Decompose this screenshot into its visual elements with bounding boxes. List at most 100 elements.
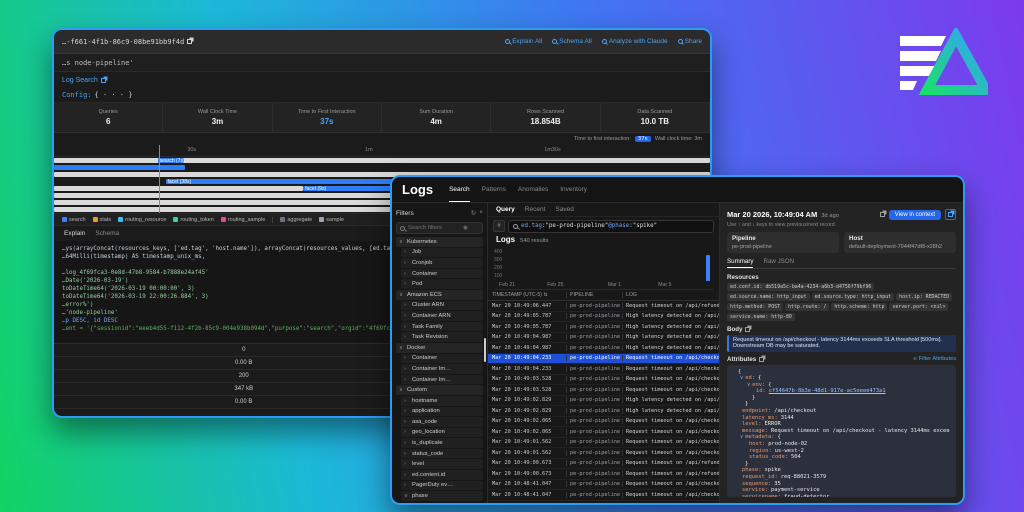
filter-value-spike[interactable]: ✓ spike — [406, 502, 483, 503]
attribute-line[interactable]: { — [733, 369, 950, 376]
resource-chip[interactable]: http.method: POST — [727, 303, 783, 311]
filter-tree-item[interactable]: › Container Im… — [401, 364, 483, 374]
attribute-line[interactable]: request_id:req-88021-3579 — [733, 474, 950, 481]
close-icon[interactable]: × — [479, 209, 483, 217]
filter-tree-item[interactable]: ∨ Kubernetes — [396, 237, 483, 247]
legend-item[interactable]: sample — [319, 217, 344, 223]
span-bar[interactable] — [54, 193, 441, 198]
log-row[interactable]: Mar 20 10:49:01.562 pe-prod-pipeline Req… — [488, 438, 719, 449]
filter-tree-item[interactable]: › Container ARN — [401, 311, 483, 321]
attribute-line[interactable]: } — [733, 401, 950, 408]
collapse-caret-icon[interactable]: ∨ — [740, 375, 743, 381]
logs-nav-tab[interactable]: Inventory — [560, 177, 587, 202]
filters-search-input[interactable] — [408, 225, 460, 231]
resource-chip[interactable]: http.route: / — [785, 303, 829, 311]
log-search-link[interactable]: Log Search — [54, 72, 710, 88]
view-in-context-button[interactable]: View in context — [889, 210, 941, 220]
filter-tree-item[interactable]: ∨ Docker — [396, 343, 483, 353]
span-bar[interactable] — [54, 186, 303, 191]
log-row[interactable]: Mar 20 10:49:04.233 pe-prod-pipeline Req… — [488, 364, 719, 375]
filter-tree-item[interactable]: › Job — [401, 248, 483, 258]
detail-tab[interactable]: Raw JSON — [763, 258, 794, 268]
log-row[interactable]: Mar 20 10:49:02.065 pe-prod-pipeline Req… — [488, 427, 719, 438]
open-external-button[interactable] — [945, 209, 956, 220]
query-tab[interactable]: Saved — [555, 206, 573, 213]
resource-chip[interactable]: ed.conf.id: db519a5c-ba4a-4234-a6b3-d475… — [727, 283, 874, 291]
filter-tree-item[interactable]: › Container — [401, 269, 483, 279]
logs-table-header[interactable]: TIMESTAMP (UTC-5) ⇅ PIPELINE LOG — [488, 290, 719, 301]
log-row[interactable]: Mar 20 10:49:02.829 pe-prod-pipeline Hig… — [488, 406, 719, 417]
log-row[interactable]: Mar 20 10:48:41.047 pe-prod-pipeline Req… — [488, 490, 719, 501]
log-row[interactable]: Mar 20 10:49:06.447 pe-prod-pipeline Req… — [488, 301, 719, 312]
query-mode-button[interactable]: # — [493, 220, 505, 232]
toolbar-action-link[interactable]: Share — [678, 38, 702, 45]
histogram-spike-bar[interactable] — [706, 255, 710, 281]
span-bar[interactable]: search (7s) — [158, 158, 184, 163]
filter-tree-item[interactable]: › Container Im… — [401, 375, 483, 385]
detail-tab[interactable]: Summary — [727, 258, 753, 268]
filter-tree-item[interactable]: › is_duplicate — [401, 438, 483, 448]
log-row[interactable]: Mar 20 10:49:04.987 pe-prod-pipeline Hig… — [488, 343, 719, 354]
attribute-line[interactable]: ∨metadata:{ — [733, 434, 950, 441]
attribute-line[interactable]: } — [733, 395, 950, 402]
log-row[interactable]: Mar 20 10:49:05.787 pe-prod-pipeline Hig… — [488, 312, 719, 323]
config-row[interactable]: Config: { · · · } — [54, 88, 710, 103]
resource-chip[interactable]: server.port: <nil> — [889, 303, 948, 311]
resource-chip[interactable]: ed.source.name: http_input — [727, 293, 810, 301]
filter-tree-item[interactable]: › geo_location — [401, 428, 483, 438]
span-bar[interactable] — [54, 165, 185, 170]
filter-tree-item[interactable]: › Container — [401, 354, 483, 364]
logs-histogram[interactable]: 400300200100 Feb 21Feb 25Mar 1Mar 5 — [494, 248, 713, 290]
attribute-line[interactable]: service:payment-service — [733, 487, 950, 494]
log-row[interactable]: Mar 20 10:49:02.065 pe-prod-pipeline Req… — [488, 417, 719, 428]
attribute-line[interactable]: } — [733, 461, 950, 468]
filter-tree-item[interactable]: › asa_code — [401, 417, 483, 427]
filters-search-box[interactable]: ◉ — [396, 222, 483, 234]
log-row[interactable]: Mar 20 10:49:05.787 pe-prod-pipeline Hig… — [488, 322, 719, 333]
resource-chip[interactable]: service.name: http-80 — [727, 313, 795, 321]
log-row[interactable]: Mar 20 10:49:03.528 pe-prod-pipeline Req… — [488, 385, 719, 396]
log-row[interactable]: Mar 20 10:49:04.233 pe-prod-pipeline Req… — [488, 354, 719, 365]
eye-icon[interactable]: ◉ — [463, 225, 468, 231]
toolbar-action-link[interactable]: Schema All — [552, 38, 592, 45]
log-row[interactable]: Mar 20 10:49:03.528 pe-prod-pipeline Req… — [488, 375, 719, 386]
query-input[interactable]: ed.tag:"pe-prod-pipeline" @phase:"spike" — [508, 220, 714, 233]
filter-attributes-link[interactable]: ≡ Filter Attributes — [913, 356, 956, 362]
attribute-line[interactable]: phase:spike — [733, 467, 950, 474]
attribute-line[interactable]: endpoint:/api/checkout — [733, 408, 950, 415]
attribute-line[interactable]: servicename:fraud-detector — [733, 494, 950, 497]
legend-item[interactable]: search — [62, 217, 86, 223]
log-row[interactable]: Mar 20 10:49:00.673 pe-prod-pipeline Req… — [488, 469, 719, 480]
attribute-line[interactable]: level:ERROR — [733, 421, 950, 428]
collapse-caret-icon[interactable]: ∨ — [740, 434, 743, 440]
toolbar-action-link[interactable]: Analyze with Claude — [602, 38, 668, 45]
filter-tree-item[interactable]: › Cluster ARN — [401, 301, 483, 311]
resource-chip[interactable]: ed.source.type: http_input — [812, 293, 895, 301]
log-row[interactable]: Mar 20 10:49:00.673 pe-prod-pipeline Req… — [488, 459, 719, 470]
toolbar-action-link[interactable]: Explain All — [505, 38, 542, 45]
log-row[interactable]: Mar 20 10:49:04.987 pe-prod-pipeline Hig… — [488, 333, 719, 344]
filter-tree-item[interactable]: › ed.content.id — [401, 470, 483, 480]
legend-item[interactable]: routing_token — [173, 217, 213, 223]
attribute-line[interactable]: sequence:35 — [733, 481, 950, 488]
attribute-line[interactable]: latency_ms:3144 — [733, 415, 950, 422]
filter-tree-item[interactable]: › Task Family — [401, 322, 483, 332]
filter-tree-item[interactable]: › hostname — [401, 396, 483, 406]
copy-icon[interactable] — [187, 39, 192, 44]
refresh-icon[interactable]: ↻ — [471, 209, 476, 217]
logs-nav-tab[interactable]: Search — [449, 177, 470, 202]
filter-tree-item[interactable]: › PagerDuty ev… — [401, 481, 483, 491]
link-icon[interactable] — [880, 212, 885, 217]
resource-chip[interactable]: host.ip: REDACTED — [896, 293, 952, 301]
sidebar-scrollbar[interactable] — [484, 338, 486, 362]
query-tab[interactable]: Query — [496, 206, 515, 213]
resource-chip[interactable]: http.scheme: http — [831, 303, 887, 311]
filter-tree-item[interactable]: › level — [401, 459, 483, 469]
logs-nav-tab[interactable]: Anomalies — [518, 177, 548, 202]
filter-tree-item[interactable]: › Task Revision — [401, 332, 483, 342]
filter-tree-item[interactable]: › Pod — [401, 279, 483, 289]
log-row[interactable]: Mar 20 10:48:41.047 pe-prod-pipeline Req… — [488, 480, 719, 491]
copy-icon[interactable] — [101, 78, 106, 83]
copy-icon[interactable] — [759, 357, 764, 362]
copy-icon[interactable] — [745, 327, 750, 332]
